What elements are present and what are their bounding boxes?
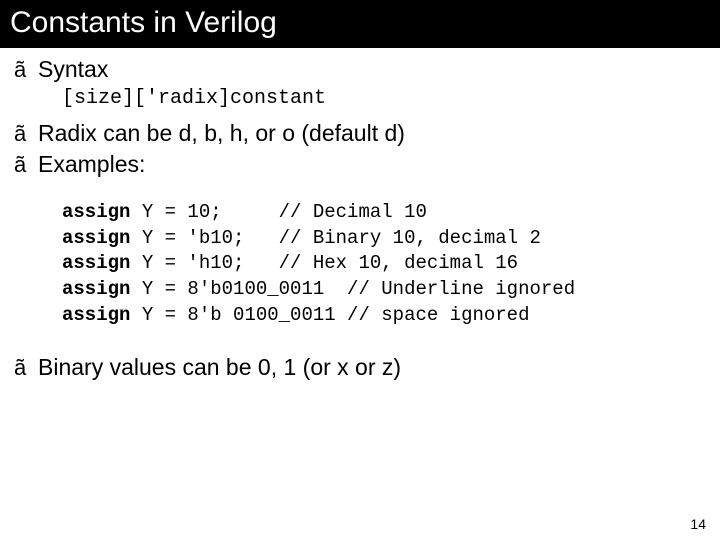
keyword-assign: assign <box>62 278 130 300</box>
code-examples: assign Y = 10; // Decimal 10 assign Y = … <box>62 200 720 328</box>
code-line-5-rest: Y = 8'b 0100_0011 // space ignored <box>130 304 529 326</box>
bullet-text: Binary values can be 0, 1 (or x or z) <box>38 354 401 381</box>
keyword-assign: assign <box>62 227 130 249</box>
bullet-icon: ã <box>14 355 38 381</box>
slide-title: Constants in Verilog <box>0 0 720 48</box>
code-line-3-rest: Y = 'h10; // Hex 10, decimal 16 <box>130 252 518 274</box>
bullet-binary-values: ã Binary values can be 0, 1 (or x or z) <box>14 354 720 381</box>
keyword-assign: assign <box>62 252 130 274</box>
syntax-format: [size]['radix]constant <box>62 87 720 110</box>
bullet-radix: ã Radix can be d, b, h, or o (default d) <box>14 120 720 147</box>
bullet-syntax: ã Syntax <box>14 56 720 83</box>
bullet-examples: ã Examples: <box>14 151 720 178</box>
code-line-1-rest: Y = 10; // Decimal 10 <box>130 201 426 223</box>
bullet-icon: ã <box>14 121 38 147</box>
code-line-4-rest: Y = 8'b0100_0011 // Underline ignored <box>130 278 575 300</box>
page-number: 14 <box>690 516 706 532</box>
bullet-text: Syntax <box>38 56 108 83</box>
bullet-icon: ã <box>14 152 38 178</box>
bullet-text: Radix can be d, b, h, or o (default d) <box>38 120 405 147</box>
keyword-assign: assign <box>62 201 130 223</box>
bullet-icon: ã <box>14 57 38 83</box>
code-line-2-rest: Y = 'b10; // Binary 10, decimal 2 <box>130 227 540 249</box>
keyword-assign: assign <box>62 304 130 326</box>
bullet-text: Examples: <box>38 151 145 178</box>
slide-content: ã Syntax [size]['radix]constant ã Radix … <box>0 48 720 381</box>
